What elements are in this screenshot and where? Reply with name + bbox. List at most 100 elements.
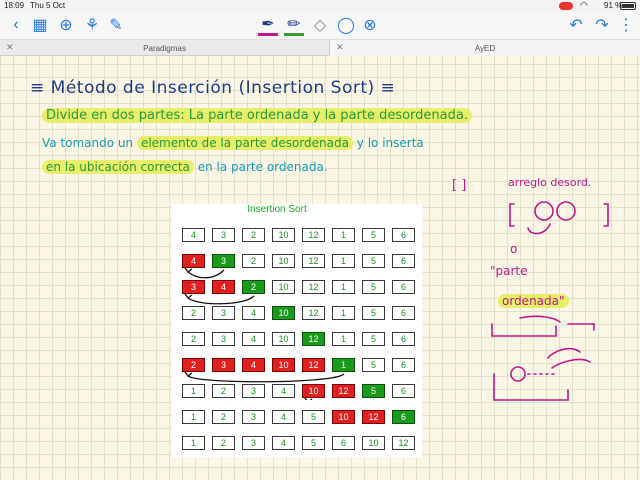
sketch-circle — [510, 366, 526, 382]
array-cell: 10 — [362, 436, 385, 450]
notebook-page[interactable]: ≡ Método de Inserción (Insertion Sort) ≡… — [0, 56, 640, 480]
array-cell: 4 — [272, 384, 295, 398]
tab-bar: ✕ Paradigmas ✕ AyED — [0, 40, 640, 56]
battery-icon — [620, 2, 636, 10]
array-cell: 1 — [332, 228, 355, 242]
array-cell: 5 — [362, 280, 385, 294]
arrow-head — [184, 267, 193, 273]
recording-indicator-icon — [559, 2, 573, 10]
array-cell: 12 — [332, 384, 355, 398]
array-cell: 12 — [302, 358, 325, 372]
sketch-arrow — [547, 347, 581, 359]
pen-icon[interactable]: ✒ — [258, 14, 278, 36]
sketch-circle — [534, 201, 554, 221]
array-cell: 12 — [302, 254, 325, 268]
add-icon[interactable]: ⊕ — [56, 14, 76, 36]
sketch-circle — [556, 201, 576, 221]
array-cell: 3 — [182, 280, 205, 294]
array-cell: 2 — [212, 384, 235, 398]
lasso-icon[interactable]: ◯ — [336, 14, 356, 36]
sketch-bracket-left — [509, 203, 515, 227]
undo-icon[interactable]: ↶ — [566, 14, 586, 36]
array-cell: 2 — [242, 280, 265, 294]
array-cell: 2 — [242, 254, 265, 268]
sketch-bracket — [491, 323, 557, 337]
array-cell: 2 — [242, 228, 265, 242]
array-cell: 6 — [392, 332, 415, 346]
array-cell: 2 — [182, 358, 205, 372]
array-cell: 3 — [242, 384, 265, 398]
sketch-arrow — [551, 358, 591, 369]
insertion-sort-figure: Insertion Sort 4 3 2 10 12 1 5 6 4 3 2 10 12 1 5 6 3 4 2 10… — [172, 204, 422, 458]
grid-icon[interactable]: ▦ — [30, 14, 50, 36]
array-cell: 1 — [182, 436, 205, 450]
array-cell: 3 — [212, 358, 235, 372]
array-cell: 3 — [212, 228, 235, 242]
tab-ayed[interactable]: ✕ AyED — [330, 40, 640, 56]
tab-paradigmas[interactable]: ✕ Paradigmas — [0, 40, 330, 56]
array-cell: 1 — [182, 410, 205, 424]
array-cell: 5 — [362, 306, 385, 320]
array-cell: 3 — [242, 410, 265, 424]
tab-label: Paradigmas — [143, 43, 186, 53]
sketch-bracket — [567, 323, 595, 331]
array-cell: 1 — [332, 332, 355, 346]
sketch-arrow — [527, 223, 551, 235]
array-cell: 6 — [392, 306, 415, 320]
move-arrow — [187, 295, 255, 305]
array-cell: 10 — [302, 384, 325, 398]
array-cell: 3 — [212, 254, 235, 268]
tab-label: AyED — [474, 43, 496, 53]
array-cell: 2 — [212, 436, 235, 450]
delete-icon[interactable]: ⊗ — [360, 14, 380, 36]
array-cell: 4 — [242, 358, 265, 372]
array-cell: 12 — [302, 332, 325, 346]
redo-icon[interactable]: ↷ — [592, 14, 612, 36]
eraser-icon[interactable]: ◇ — [310, 14, 330, 36]
array-cell: 10 — [272, 254, 295, 268]
array-cell: 10 — [332, 410, 355, 424]
array-cell: 1 — [332, 358, 355, 372]
array-cell: 5 — [302, 410, 325, 424]
array-cell: 4 — [242, 306, 265, 320]
array-cell: 2 — [212, 410, 235, 424]
array-cell: 1 — [332, 254, 355, 268]
sketch-bracket-right — [603, 203, 609, 227]
array-cell: 10 — [272, 332, 295, 346]
highlighter-icon[interactable]: ✏ — [284, 14, 304, 36]
array-cell: 6 — [392, 280, 415, 294]
array-cell: 1 — [332, 280, 355, 294]
array-cell: 12 — [362, 410, 385, 424]
array-cell: 4 — [182, 228, 205, 242]
array-cell: 3 — [212, 306, 235, 320]
array-cell: 5 — [362, 384, 385, 398]
array-cell: 10 — [272, 228, 295, 242]
array-cell: 10 — [272, 280, 295, 294]
array-cell: 10 — [272, 358, 295, 372]
array-cell: 12 — [392, 436, 415, 450]
array-cell: 3 — [212, 332, 235, 346]
toolbar: ‹ ▦ ⊕ ⚘ ✎ ✒ ✏ ◇ ◯ ⊗ ↶ ↷ ⋮ — [0, 12, 640, 40]
edit-icon[interactable]: ✎ — [106, 14, 126, 36]
array-cell: 6 — [332, 436, 355, 450]
back-icon[interactable]: ‹ — [6, 14, 26, 36]
close-icon[interactable]: ✕ — [6, 42, 14, 53]
more-icon[interactable]: ⋮ — [616, 14, 636, 36]
close-icon[interactable]: ✕ — [336, 42, 344, 53]
array-cell: 5 — [362, 254, 385, 268]
array-cell: 5 — [362, 228, 385, 242]
sketch-bracket — [493, 373, 569, 401]
array-cell: 6 — [392, 358, 415, 372]
array-cell: 4 — [242, 332, 265, 346]
move-arrow — [187, 269, 225, 279]
array-cell: 6 — [392, 254, 415, 268]
array-cell: 10 — [272, 306, 295, 320]
array-cell: 12 — [302, 228, 325, 242]
arrow-head — [184, 293, 193, 299]
array-cell: 12 — [302, 280, 325, 294]
array-cell: 4 — [272, 436, 295, 450]
array-cell: 1 — [182, 384, 205, 398]
move-arrow — [187, 373, 345, 383]
status-date: Thu 5 Oct — [30, 1, 66, 10]
shapes-icon[interactable]: ⚘ — [82, 14, 102, 36]
